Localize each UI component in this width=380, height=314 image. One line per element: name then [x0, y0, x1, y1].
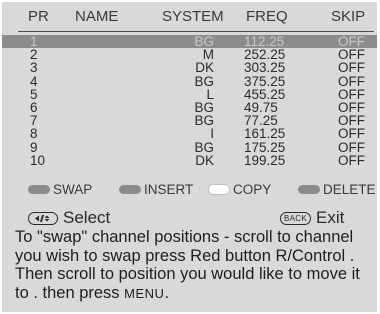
channel-pr: 8	[30, 126, 38, 142]
color-key-legend: SWAP INSERT COPY DELETE	[2, 182, 377, 200]
channel-list-screen: PR NAME SYSTEM FREQ SKIP 1 BG 112.25 OFF 2 M 2…	[2, 2, 377, 312]
channel-pr: 4	[30, 73, 38, 89]
channel-freq: 303.25	[244, 60, 286, 76]
channel-freq: 455.25	[244, 86, 286, 102]
channel-freq: 375.25	[244, 73, 286, 89]
exit-hint: BACK Exit	[280, 207, 344, 229]
channel-row[interactable]: 5 L 455.25 OFF	[2, 86, 377, 102]
channel-table: 1 BG 112.25 OFF 2 M 252.25 OFF 3 DK 303.25 OFF 4 BG 37…	[2, 35, 377, 167]
channel-skip: OFF	[338, 152, 365, 168]
legend-insert-label: INSERT	[144, 182, 194, 197]
help-text: To "swap" channel positions - scroll to …	[15, 228, 377, 303]
channel-row[interactable]: 6 BG 49.75 OFF	[2, 101, 377, 115]
channel-system: L	[206, 86, 214, 102]
menu-key-label: MENU	[124, 285, 165, 301]
channel-row[interactable]: 3 DK 303.25 OFF	[2, 60, 377, 76]
channel-pr: 9	[30, 139, 38, 155]
channel-skip: OFF	[338, 73, 365, 89]
header-pr: PR	[28, 8, 49, 25]
channel-pr: 10	[30, 152, 46, 168]
legend-delete[interactable]: DELETE	[298, 182, 376, 197]
legend-copy-label: COPY	[233, 182, 272, 197]
channel-row[interactable]: 7 BG 77.25 OFF	[2, 114, 377, 128]
channel-row[interactable]: 8 I 161.25 OFF	[2, 126, 377, 142]
channel-system: I	[210, 126, 214, 142]
channel-freq: 161.25	[244, 126, 286, 142]
header-freq: FREQ	[246, 8, 288, 25]
channel-pr: 3	[30, 60, 38, 76]
select-label: Select	[63, 208, 111, 227]
red-key-icon	[28, 185, 50, 194]
channel-row[interactable]: 1 BG 112.25 OFF	[2, 35, 377, 48]
channel-skip: OFF	[338, 139, 365, 155]
header-skip: SKIP	[331, 8, 366, 25]
select-hint: Select	[28, 207, 110, 229]
header-divider	[18, 31, 374, 32]
green-key-icon	[119, 185, 141, 194]
channel-skip: OFF	[338, 60, 365, 76]
channel-freq: 199.25	[244, 152, 286, 168]
legend-delete-label: DELETE	[323, 182, 376, 197]
channel-system: BG	[194, 73, 214, 89]
back-key-icon: BACK	[280, 211, 311, 225]
arrow-keys-icon	[35, 214, 50, 222]
legend-copy[interactable]: COPY	[208, 182, 271, 197]
yellow-key-icon	[208, 184, 230, 195]
legend-insert[interactable]: INSERT	[119, 182, 193, 197]
channel-row[interactable]: 9 BG 175.25 OFF	[2, 139, 377, 155]
channel-skip: OFF	[338, 126, 365, 142]
column-header: PR NAME SYSTEM FREQ SKIP	[2, 8, 377, 28]
channel-system: DK	[195, 152, 214, 168]
header-system: SYSTEM	[162, 8, 224, 25]
legend-swap-label: SWAP	[53, 182, 93, 197]
channel-row[interactable]: 4 BG 375.25 OFF	[2, 73, 377, 89]
header-name: NAME	[75, 8, 119, 25]
channel-system: BG	[194, 139, 214, 155]
channel-freq: 175.25	[244, 139, 286, 155]
blue-key-icon	[298, 185, 320, 194]
legend-swap[interactable]: SWAP	[28, 182, 92, 197]
select-arrows-icon	[28, 211, 58, 225]
channel-row[interactable]: 10 DK 199.25 OFF	[2, 152, 377, 168]
channel-skip: OFF	[338, 86, 365, 102]
channel-pr: 5	[30, 86, 38, 102]
channel-system: DK	[195, 60, 214, 76]
help-text-part1: To "swap" channel positions - scroll to …	[15, 228, 360, 302]
help-text-part2: .	[164, 283, 170, 302]
channel-row[interactable]: 2 M 252.25 OFF	[2, 48, 377, 62]
exit-label: Exit	[316, 208, 345, 227]
